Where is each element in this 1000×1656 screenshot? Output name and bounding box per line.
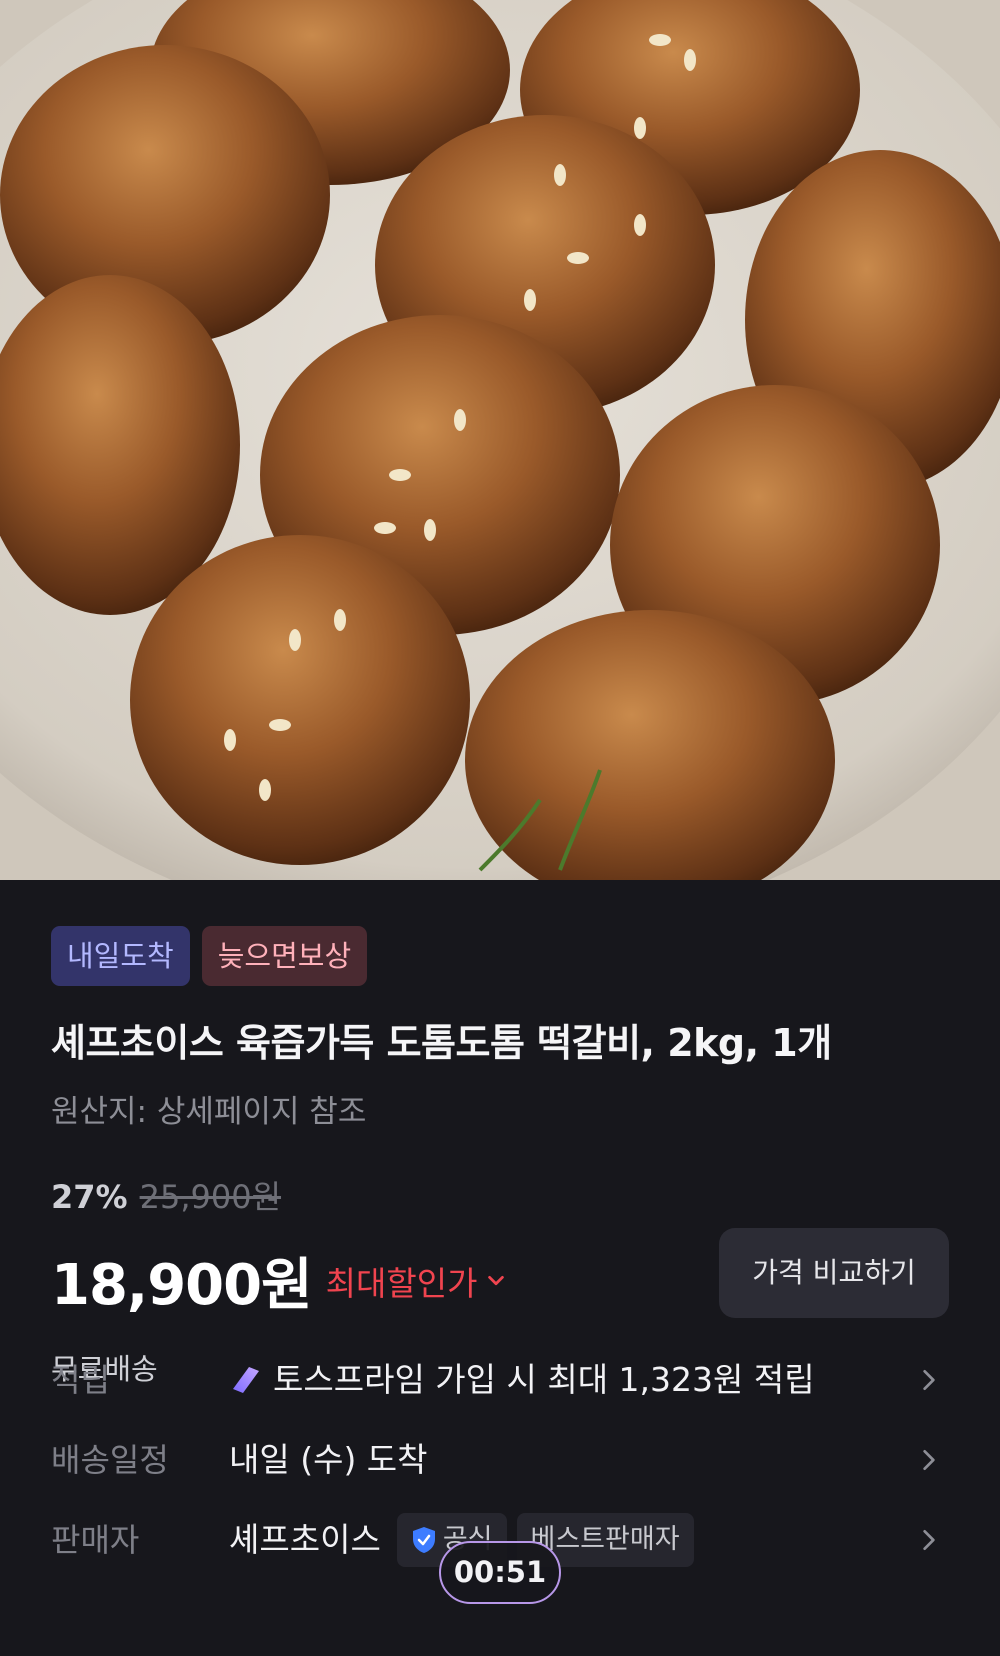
seller-name: 셰프초이스 — [229, 1520, 381, 1559]
product-title: 셰프초이스 육즙가득 도톰도톰 떡갈비, 2kg, 1개 — [51, 1021, 832, 1065]
max-discount-toggle[interactable]: 최대할인가 — [326, 1257, 508, 1305]
chevron-right-icon — [923, 1529, 935, 1551]
badge-late-compensation: 늦으면보상 — [201, 926, 368, 986]
discount-percent: 27% — [51, 1178, 128, 1216]
product-origin: 원산지: 상세페이지 참조 — [51, 1094, 367, 1130]
product-photo — [0, 0, 1000, 880]
chevron-down-icon — [488, 1275, 505, 1285]
toss-prime-icon — [233, 1367, 259, 1393]
price-row: 18,900원 최대할인가 — [51, 1240, 507, 1321]
points-value-wrap: 토스프라임 가입 시 최대 1,323원 적립 — [229, 1345, 815, 1415]
delivery-value: 내일 (수) 도착 — [229, 1440, 428, 1479]
original-price: 25,900원 — [139, 1178, 282, 1216]
product-image[interactable] — [0, 0, 1000, 880]
seller-label: 판매자 — [51, 1521, 140, 1559]
chevron-right-icon — [923, 1369, 935, 1391]
chevron-right-icon — [923, 1449, 935, 1471]
timer-badge: 00:51 — [439, 1541, 561, 1604]
points-value: 토스프라임 가입 시 최대 1,323원 적립 — [273, 1360, 815, 1399]
sale-price: 18,900원 — [51, 1253, 313, 1318]
badge-next-day: 내일도착 — [51, 926, 190, 986]
shield-check-icon — [412, 1527, 435, 1553]
delivery-row[interactable]: 배송일정 내일 (수) 도착 — [0, 1425, 1000, 1495]
delivery-label: 배송일정 — [51, 1441, 169, 1479]
compare-price-button[interactable]: 가격 비교하기 — [719, 1228, 949, 1318]
max-discount-label: 최대할인가 — [325, 1263, 478, 1303]
product-info: 내일도착 늦으면보상 셰프초이스 육즙가득 도톰도톰 떡갈비, 2kg, 1개 … — [0, 880, 1000, 1656]
points-label: 적립 — [51, 1361, 110, 1399]
discount-row: 27% 25,900원 — [51, 1172, 281, 1218]
badge-group: 내일도착 늦으면보상 — [51, 926, 368, 986]
points-row[interactable]: 적립 토스프라임 가입 시 최대 1,323원 적립 — [0, 1345, 1000, 1415]
